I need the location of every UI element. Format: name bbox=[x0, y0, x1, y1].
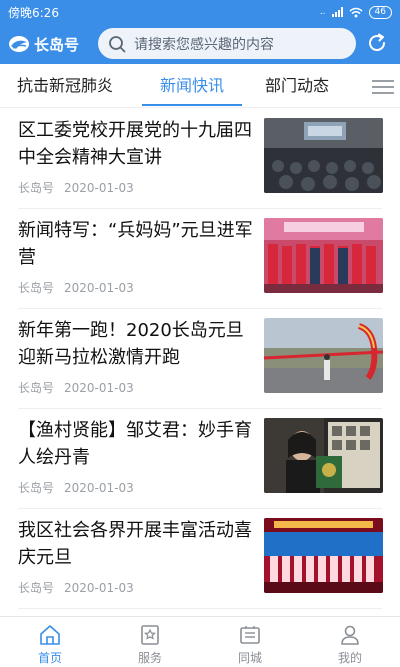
news-title: 新闻特写：“兵妈妈”元旦进军营 bbox=[18, 220, 253, 268]
news-date: 2020-01-03 bbox=[64, 481, 134, 495]
profile-icon bbox=[341, 625, 359, 645]
news-item[interactable]: 【渔村贤能】邹艾君：妙手育人绘丹青 长岛号 2020-01-03 bbox=[0, 409, 400, 509]
nav-home[interactable]: 首页 bbox=[0, 617, 100, 667]
nav-profile[interactable]: 我的 bbox=[300, 617, 400, 667]
news-source: 长岛号 bbox=[18, 181, 55, 195]
news-item[interactable]: 新闻特写：“兵妈妈”元旦进军营 长岛号 2020-01-03 bbox=[0, 209, 400, 309]
app-logo: 长岛号 bbox=[8, 34, 90, 55]
service-icon bbox=[141, 625, 159, 645]
news-date: 2020-01-03 bbox=[64, 581, 134, 595]
battery-indicator: 46 bbox=[368, 5, 392, 19]
news-source: 长岛号 bbox=[18, 281, 55, 295]
category-tabs: 抗击新冠肺炎 新闻快讯 部门动态 bbox=[0, 64, 400, 108]
news-title: 区工委党校开展党的十九届四中全会精神大宣讲 bbox=[18, 120, 252, 168]
nav-label: 服务 bbox=[137, 651, 162, 665]
news-date: 2020-01-03 bbox=[64, 281, 134, 295]
home-icon bbox=[40, 625, 60, 645]
tab-news-flash[interactable]: 新闻快讯 bbox=[141, 64, 243, 108]
search-placeholder: 请搜索您感兴趣的内容 bbox=[134, 36, 274, 53]
news-thumbnail bbox=[264, 118, 383, 193]
top-bar: 长岛号 请搜索您感兴趣的内容 bbox=[0, 26, 400, 62]
app-root: 傍晚6:26 .. 46 长岛号 请搜索您感兴趣的内容 抗击新冠肺炎 新闻快讯 … bbox=[0, 0, 400, 667]
news-thumbnail bbox=[264, 418, 383, 493]
signal-icon bbox=[331, 7, 343, 17]
news-item[interactable]: 新年第一跑！2020长岛元旦迎新马拉松激情开跑 长岛号 2020-01-03 bbox=[0, 309, 400, 409]
news-thumbnail bbox=[264, 518, 383, 593]
news-meta: 长岛号 2020-01-03 bbox=[18, 179, 134, 196]
news-source: 长岛号 bbox=[18, 581, 55, 595]
wifi-icon bbox=[349, 7, 363, 17]
tab-menu-icon[interactable] bbox=[372, 76, 394, 96]
news-meta: 长岛号 2020-01-03 bbox=[18, 279, 134, 296]
search-input[interactable]: 请搜索您感兴趣的内容 bbox=[98, 28, 356, 59]
news-thumbnail bbox=[264, 318, 383, 393]
news-title: 新年第一跑！2020长岛元旦迎新马拉松激情开跑 bbox=[18, 320, 244, 368]
news-title: 【渔村贤能】邹艾君：妙手育人绘丹青 bbox=[18, 420, 252, 468]
news-thumbnail bbox=[264, 218, 383, 293]
news-source: 长岛号 bbox=[18, 381, 55, 395]
nav-label: 首页 bbox=[37, 651, 62, 665]
nav-service[interactable]: 服务 bbox=[100, 617, 200, 667]
divider bbox=[18, 608, 382, 609]
status-time: 傍晚6:26 bbox=[8, 5, 59, 20]
news-source: 长岛号 bbox=[18, 481, 55, 495]
refresh-icon[interactable] bbox=[366, 32, 388, 54]
news-title: 我区社会各界开展丰富活动喜庆元旦 bbox=[18, 520, 252, 568]
news-meta: 长岛号 2020-01-03 bbox=[18, 579, 134, 596]
news-item[interactable]: 我区社会各界开展丰富活动喜庆元旦 长岛号 2020-01-03 bbox=[0, 509, 400, 609]
tab-department[interactable]: 部门动态 bbox=[265, 64, 329, 108]
news-date: 2020-01-03 bbox=[64, 181, 134, 195]
tab-covid[interactable]: 抗击新冠肺炎 bbox=[17, 64, 113, 108]
news-meta: 长岛号 2020-01-03 bbox=[18, 379, 134, 396]
city-icon bbox=[240, 626, 260, 644]
nav-label: 我的 bbox=[337, 651, 362, 665]
app-name: 长岛号 bbox=[34, 35, 80, 54]
nav-city[interactable]: 同城 bbox=[200, 617, 300, 667]
news-meta: 长岛号 2020-01-03 bbox=[18, 479, 134, 496]
status-icons: .. 46 bbox=[319, 5, 392, 19]
status-bar: 傍晚6:26 .. 46 bbox=[0, 0, 400, 24]
bottom-nav: 首页 服务 同城 我的 bbox=[0, 616, 400, 667]
header-bar: 傍晚6:26 .. 46 长岛号 请搜索您感兴趣的内容 bbox=[0, 0, 400, 64]
news-item[interactable]: 区工委党校开展党的十九届四中全会精神大宣讲 长岛号 2020-01-03 bbox=[0, 109, 400, 209]
network-icon: .. bbox=[319, 7, 326, 17]
nav-label: 同城 bbox=[237, 651, 262, 665]
search-icon bbox=[108, 35, 126, 53]
logo-icon bbox=[9, 36, 29, 52]
news-date: 2020-01-03 bbox=[64, 381, 134, 395]
